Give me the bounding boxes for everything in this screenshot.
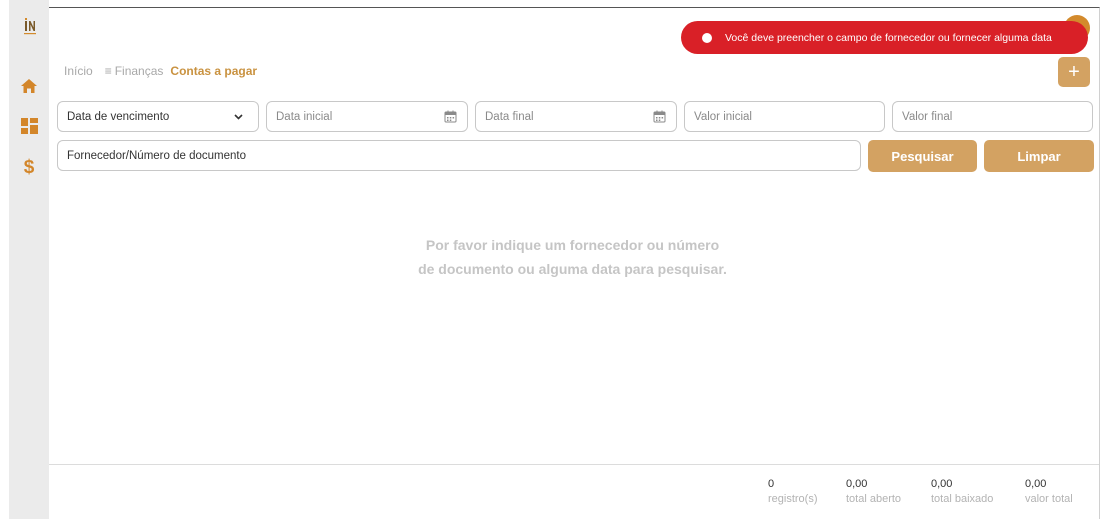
logo-icon[interactable]	[23, 18, 37, 36]
breadcrumb-home[interactable]: Início	[64, 64, 93, 78]
summary-records-value: 0	[768, 478, 775, 490]
nav-home[interactable]	[9, 72, 49, 100]
summary-records: 0 registro(s)	[768, 478, 818, 505]
search-button[interactable]: Pesquisar	[868, 140, 977, 172]
supplier-search-placeholder: Fornecedor/Número de documento	[67, 149, 246, 162]
breadcrumb-section[interactable]: Finanças	[115, 64, 164, 78]
date-type-value: Data de vencimento	[67, 110, 170, 123]
summary-settled-total: 0,00 total baixado	[931, 478, 993, 505]
empty-state-line-1: Por favor indique um fornecedor ou númer…	[425, 237, 720, 253]
summary-open-total: 0,00 total aberto	[846, 478, 901, 505]
menu-icon: ≡	[104, 64, 112, 78]
clear-button-label: Limpar	[1017, 148, 1061, 164]
search-button-label: Pesquisar	[891, 148, 954, 164]
summary-grand-label: valor total	[1025, 493, 1073, 505]
add-button[interactable]: +	[1058, 57, 1090, 87]
home-icon	[21, 79, 37, 93]
summary-grand-value: 0,00	[1025, 478, 1047, 490]
summary-settled-value: 0,00	[931, 478, 953, 490]
breadcrumb: Início ≡ Finanças Contas a pagar	[64, 64, 257, 78]
summary-grand-total: 0,00 valor total	[1025, 478, 1073, 505]
min-value-placeholder: Valor inicial	[694, 110, 752, 123]
sidebar: $	[9, 0, 49, 519]
min-value-input[interactable]: Valor inicial	[684, 101, 885, 132]
max-value-placeholder: Valor final	[902, 110, 953, 123]
summary-settled-label: total baixado	[931, 493, 994, 505]
dollar-icon: $	[23, 157, 35, 178]
start-date-placeholder: Data inicial	[276, 110, 333, 123]
end-date-input[interactable]: Data final	[475, 101, 677, 132]
nav-dashboard[interactable]	[9, 112, 49, 140]
error-toast[interactable]: Você deve preencher o campo de fornecedo…	[681, 21, 1088, 54]
summary-records-label: registro(s)	[768, 493, 818, 505]
date-type-select[interactable]: Data de vencimento	[57, 101, 259, 132]
clear-button[interactable]: Limpar	[984, 140, 1094, 172]
dashboard-icon	[20, 118, 38, 134]
toast-message: Você deve preencher o campo de fornecedo…	[725, 31, 1052, 44]
breadcrumb-current: Contas a pagar	[170, 64, 258, 78]
chevron-down-icon	[234, 114, 243, 120]
plus-icon: +	[1068, 60, 1080, 83]
summary-open-value: 0,00	[846, 478, 868, 490]
empty-state-line-2: de documento ou alguma data para pesquis…	[418, 261, 727, 277]
max-value-input[interactable]: Valor final	[892, 101, 1093, 132]
summary-open-label: total aberto	[846, 493, 902, 505]
nav-finance[interactable]: $	[9, 154, 49, 182]
calendar-icon[interactable]	[444, 110, 457, 123]
empty-state-message: Por favor indique um fornecedor ou númer…	[330, 233, 815, 281]
supplier-search-input[interactable]: Fornecedor/Número de documento	[57, 140, 861, 171]
start-date-input[interactable]: Data inicial	[266, 101, 468, 132]
calendar-icon[interactable]	[653, 110, 666, 123]
alert-icon	[702, 32, 712, 43]
footer-divider	[49, 464, 1099, 465]
end-date-placeholder: Data final	[485, 110, 534, 123]
